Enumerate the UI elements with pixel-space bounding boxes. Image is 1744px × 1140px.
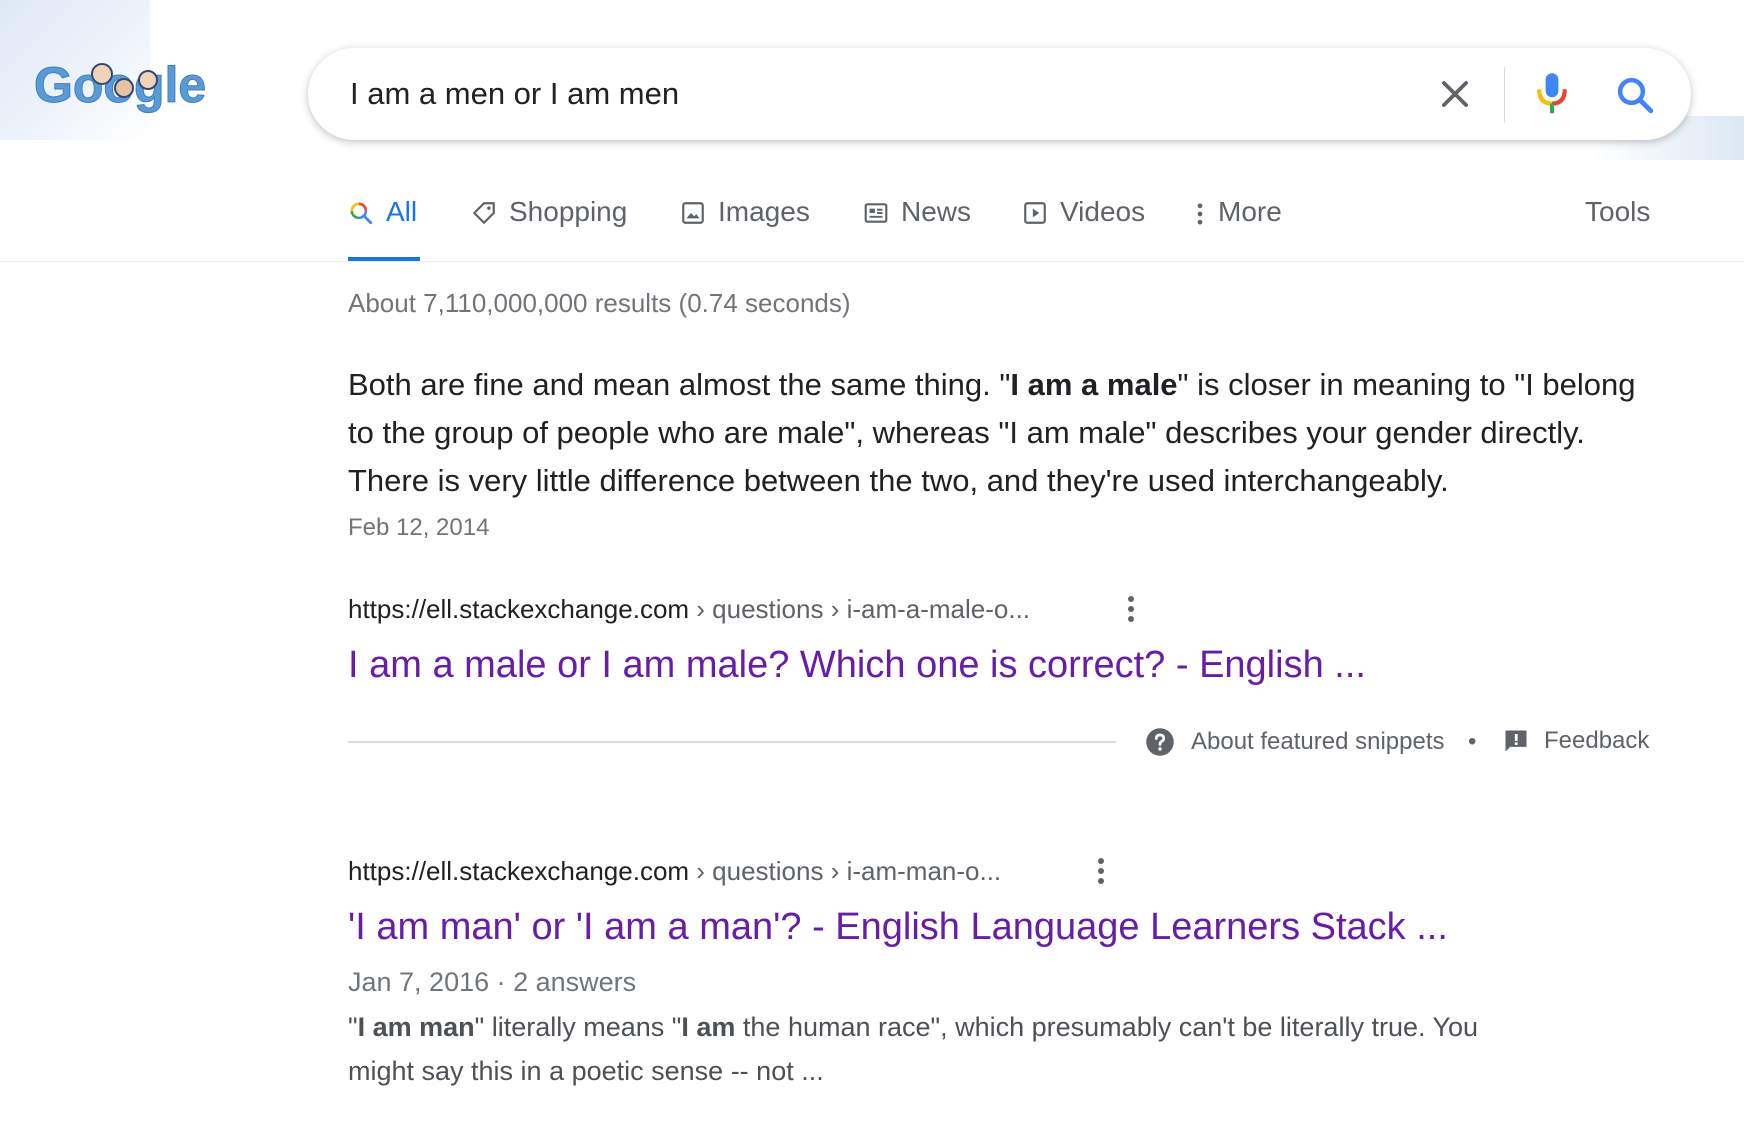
- tab-shopping[interactable]: Shopping: [471, 196, 627, 262]
- news-icon: [864, 203, 888, 223]
- tools-button[interactable]: Tools: [1585, 196, 1650, 228]
- tab-news[interactable]: News: [863, 196, 971, 262]
- about-featured-snippets-link[interactable]: About featured snippets: [1145, 727, 1445, 757]
- result-2-description: "I am man" literally means "I am the hum…: [348, 1012, 1479, 1086]
- tab-label: Videos: [1060, 196, 1146, 227]
- clear-icon[interactable]: [1436, 75, 1474, 113]
- result-2-url[interactable]: https://ell.stackexchange.com › question…: [348, 856, 1001, 887]
- result-2-meta: Jan 7, 2016 · 2 answers: [348, 967, 637, 997]
- result-stats: About 7,110,000,000 results (0.74 second…: [348, 288, 851, 318]
- tab-label: News: [901, 196, 972, 227]
- tab-label: Images: [718, 196, 810, 227]
- mic-icon[interactable]: [1532, 70, 1572, 118]
- tabs-divider: [0, 261, 1744, 262]
- search-box-divider: [1504, 67, 1505, 123]
- featured-snippet-text: Both are fine and mean almost the same t…: [348, 367, 1636, 498]
- feedback-link[interactable]: Feedback: [1502, 727, 1649, 755]
- google-doodle-logo[interactable]: Google: [30, 52, 230, 142]
- search-icon: [350, 202, 373, 225]
- search-icon[interactable]: [1614, 74, 1656, 116]
- play-icon: [1024, 202, 1046, 224]
- tab-videos[interactable]: Videos: [1022, 196, 1145, 262]
- snippet-date: Feb 12, 2014: [348, 514, 490, 541]
- more-vert-icon: [1197, 203, 1203, 225]
- separator-dot: •: [1468, 728, 1477, 755]
- result-1-url[interactable]: https://ell.stackexchange.com › question…: [348, 594, 1030, 625]
- help-icon: [1146, 728, 1174, 756]
- result-2-title[interactable]: 'I am man' or 'I am a man'? - English La…: [348, 906, 1448, 949]
- tab-more[interactable]: More: [1194, 196, 1282, 262]
- tab-label: All: [386, 196, 418, 227]
- snippet-divider: [348, 741, 1116, 743]
- tab-all[interactable]: All: [348, 196, 420, 262]
- result-1-more-icon[interactable]: [1123, 593, 1139, 625]
- search-input[interactable]: I am a men or I am men: [350, 76, 679, 112]
- result-2-more-icon[interactable]: [1093, 855, 1109, 887]
- tab-images[interactable]: Images: [680, 196, 810, 262]
- snippet-highlight: I am a male: [1010, 367, 1178, 402]
- search-box[interactable]: I am a men or I am men: [308, 48, 1691, 140]
- feedback-icon: [1505, 730, 1527, 752]
- tag-icon: [473, 202, 495, 224]
- tab-label: Shopping: [509, 196, 628, 227]
- result-1-title[interactable]: I am a male or I am male? Which one is c…: [348, 644, 1366, 687]
- image-icon: [682, 202, 704, 224]
- tab-label: More: [1218, 196, 1282, 227]
